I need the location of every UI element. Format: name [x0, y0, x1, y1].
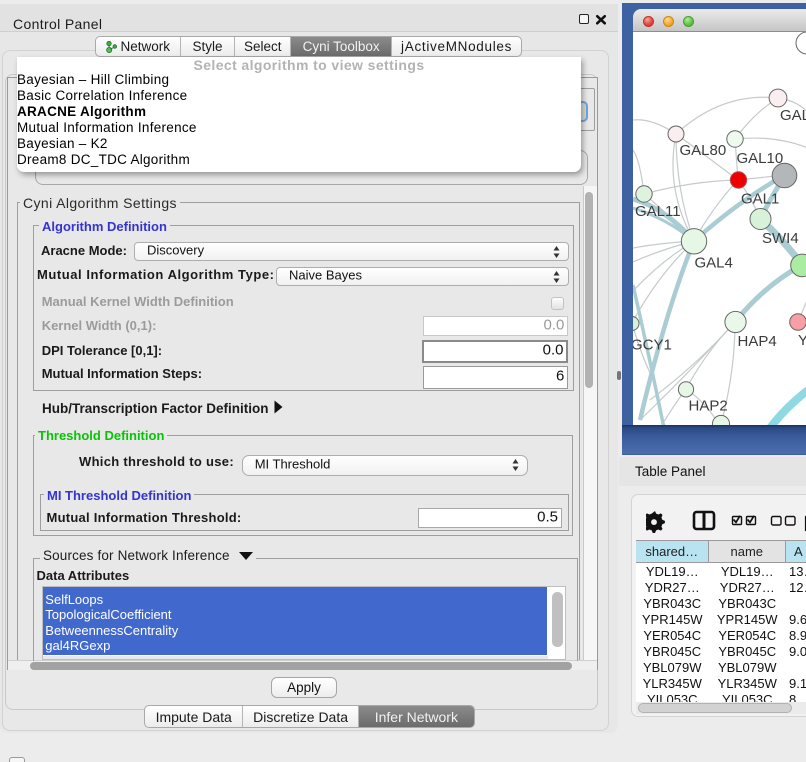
svg-text:GAL1: GAL1 [741, 191, 779, 208]
svg-text:GAL80: GAL80 [680, 142, 727, 159]
svg-text:Y: Y [798, 332, 806, 349]
svg-text:GAL11: GAL11 [635, 203, 681, 220]
svg-text:GAL4: GAL4 [695, 255, 733, 272]
svg-text:HAP2: HAP2 [689, 398, 728, 415]
svg-text:GCY1: GCY1 [633, 337, 672, 354]
svg-text:GAL10: GAL10 [737, 150, 784, 167]
svg-text:SWI4: SWI4 [762, 230, 799, 247]
svg-text:GAL7: GAL7 [780, 107, 806, 124]
svg-text:HAP4: HAP4 [738, 333, 777, 350]
